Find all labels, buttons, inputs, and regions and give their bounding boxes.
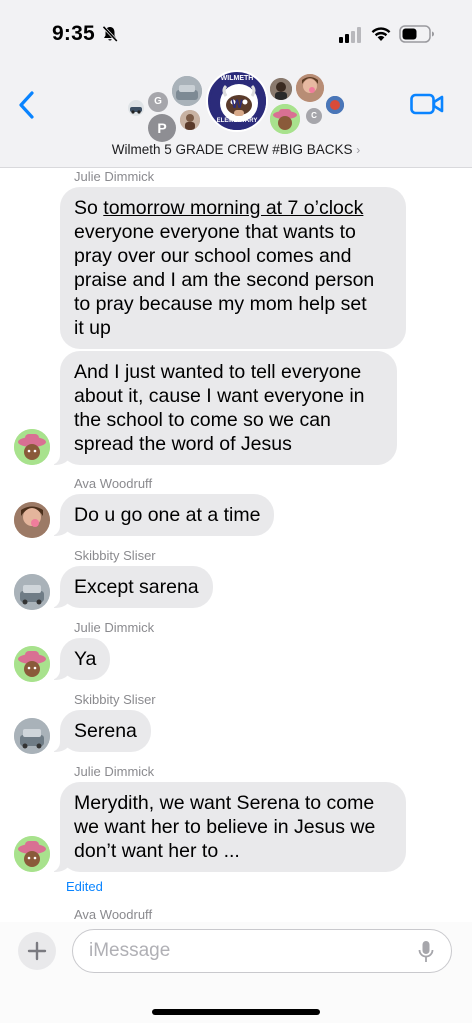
member-avatar-photo <box>326 96 344 114</box>
message-line: Merydith, we want Serena to come <box>74 792 375 814</box>
member-avatar-photo <box>270 78 292 100</box>
message-list[interactable]: Julie Dimmick So tomorrow morning at 7 o… <box>0 168 472 922</box>
video-camera-icon[interactable] <box>410 93 444 115</box>
badge-letter: W <box>231 97 243 111</box>
cellular-signal-icon <box>339 27 361 43</box>
message-bubble[interactable]: And I just wanted to tell everyone about… <box>50 351 397 465</box>
conversation-header: G P WILMETH W ELEMENTARY C Wilmeth 5 GRA… <box>0 60 472 168</box>
sender-name: Skibbity Sliser <box>74 692 156 707</box>
message-line: So tomorrow morning at 7 o’clock <box>74 196 392 220</box>
microphone-icon[interactable] <box>418 940 434 964</box>
avatar-memoji[interactable] <box>14 836 50 872</box>
avatar-car-photo[interactable] <box>14 718 50 754</box>
avatar-car-photo[interactable] <box>14 574 50 610</box>
sender-name: Julie Dimmick <box>74 169 155 184</box>
group-name-row[interactable]: Wilmeth 5 GRADE CREW #BIG BACKS › <box>0 142 472 157</box>
message-bubble[interactable]: Serena <box>50 710 151 752</box>
member-avatar-photo <box>172 76 202 106</box>
message-text: So tomorrow morning at 7 o’clock <box>74 197 364 219</box>
message-line: about it, cause I want everyone in <box>74 385 365 407</box>
message-line: don’t want her to ... <box>74 840 240 862</box>
member-avatar-memoji <box>270 104 300 134</box>
message-line: Serena <box>74 720 137 742</box>
group-avatar-cluster[interactable]: G P WILMETH W ELEMENTARY C <box>120 70 352 146</box>
message-bubble[interactable]: Do u go one at a time <box>49 494 275 536</box>
avatar-memoji[interactable] <box>14 646 50 682</box>
message-line: Except sarena <box>74 576 199 598</box>
wifi-icon <box>371 27 391 41</box>
message-bubble[interactable]: Ya <box>49 638 111 680</box>
avatar-memoji[interactable] <box>14 429 50 465</box>
plus-icon <box>27 941 47 961</box>
message-line: praise and I am the second person <box>74 269 375 291</box>
message-line: Ya <box>74 648 97 670</box>
avatar-selfie[interactable] <box>14 502 50 538</box>
member-avatar-car <box>128 100 144 116</box>
message-line: pray over our school comes and <box>74 245 352 267</box>
compose-bar <box>0 922 472 1023</box>
member-avatar-photo <box>180 110 200 130</box>
group-name: Wilmeth 5 GRADE CREW #BIG BACKS <box>111 142 353 157</box>
message-line: Do u go one at a time <box>74 504 261 526</box>
message-line: to pray because my mom help set <box>74 293 367 315</box>
status-time: 9:35 <box>52 22 95 45</box>
sender-name: Julie Dimmick <box>74 764 155 779</box>
message-bubble[interactable]: So tomorrow morning at 7 o’clock everyon… <box>60 187 406 349</box>
status-bar: 9:35 <box>0 0 472 60</box>
sender-name: Skibbity Sliser <box>74 548 156 563</box>
message-bubble[interactable]: Except sarena <box>50 566 213 608</box>
edited-label[interactable]: Edited <box>66 879 103 894</box>
bell-slash-icon <box>102 25 118 43</box>
message-bubble[interactable]: Merydith, we want Serena to come we want… <box>50 782 406 872</box>
chevron-right-icon: › <box>356 143 361 157</box>
member-avatar-photo <box>296 74 324 102</box>
message-input[interactable] <box>72 929 452 973</box>
message-line: we want her to believe in Jesus we <box>74 816 376 838</box>
badge-top-text: WILMETH <box>220 75 254 82</box>
group-badge: WILMETH W ELEMENTARY <box>206 70 268 132</box>
badge-bottom-text: ELEMENTARY <box>216 118 258 124</box>
message-line: the school to come so we can <box>74 409 331 431</box>
message-line: And I just wanted to tell everyone <box>74 361 362 383</box>
battery-icon <box>399 25 434 43</box>
apps-button[interactable] <box>18 932 56 970</box>
home-indicator <box>152 1009 320 1015</box>
message-line: spread the word of Jesus <box>74 433 292 455</box>
message-line: everyone everyone that wants to <box>74 221 356 243</box>
sender-name: Ava Woodruff <box>74 907 153 922</box>
sender-name: Ava Woodruff <box>74 476 153 491</box>
chevron-left-icon[interactable] <box>16 90 38 120</box>
member-avatar-initial-p: P <box>148 114 176 142</box>
member-avatar-initial-c: C <box>306 108 322 124</box>
sender-name: Julie Dimmick <box>74 620 155 635</box>
member-avatar-initial-g: G <box>148 92 168 112</box>
message-line: it up <box>74 317 111 339</box>
underlined-phrase[interactable]: tomorrow morning at 7 o’clock <box>103 197 363 219</box>
